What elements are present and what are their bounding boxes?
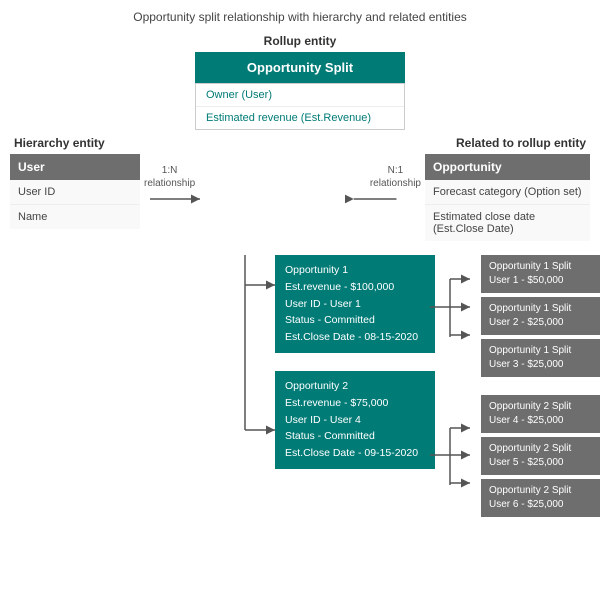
hierarchy-field-0: User ID [10,180,140,205]
rel-left-type: 1:N [162,165,178,176]
rollup-field-0: Owner (User) [196,84,404,107]
related-entity: Opportunity Forecast category (Option se… [425,154,590,241]
page-title: Opportunity split relationship with hier… [10,10,590,24]
split-box-1-1: Opportunity 1 SplitUser 1 - $50,000 [481,255,600,293]
rollup-fields: Owner (User) Estimated revenue (Est.Reve… [195,83,405,130]
left-spacer [10,255,275,517]
mid-section: User User ID Name 1:N relationship N:1 r… [10,154,590,241]
rollup-header: Opportunity Split [195,52,405,83]
split-box-2-3: Opportunity 2 SplitUser 6 - $25,000 [481,479,600,517]
splits-group-1: Opportunity 1 SplitUser 1 - $50,000 Oppo… [481,255,600,377]
rel-left-label: 1:N relationship [144,164,195,190]
related-header: Opportunity [425,154,590,180]
rel-right-text: relationship [370,178,421,189]
rel-left-text: relationship [144,178,195,189]
hierarchy-field-1: Name [10,205,140,229]
splits-col: Opportunity 1 SplitUser 1 - $50,000 Oppo… [481,255,600,517]
related-label: Related to rollup entity [456,136,586,150]
split-box-1-2: Opportunity 1 SplitUser 2 - $25,000 [481,297,600,335]
rollup-field-1: Estimated revenue (Est.Revenue) [196,107,404,129]
related-field-1: Estimated close date (Est.Close Date) [425,205,590,241]
split-box-2-1: Opportunity 2 SplitUser 4 - $25,000 [481,395,600,433]
hierarchy-header: User [10,154,140,180]
splits-group-2: Opportunity 2 SplitUser 4 - $25,000 Oppo… [481,395,600,517]
top-section: Rollup entity Opportunity Split Owner (U… [10,34,590,130]
rel-right-type: N:1 [388,165,404,176]
section-labels-row: Hierarchy entity Related to rollup entit… [10,136,590,150]
rollup-section-label: Rollup entity [264,34,337,48]
opp-splits-row: Opportunity 1 Est.revenue - $100,000 Use… [10,255,590,517]
opp-box-1: Opportunity 1 Est.revenue - $100,000 Use… [275,255,435,353]
arrows-container: 1:N relationship N:1 relationship [140,154,425,234]
split-box-1-3: Opportunity 1 SplitUser 3 - $25,000 [481,339,600,377]
rel-right-label: N:1 relationship [370,164,421,190]
bottom-section: Opportunity 1 Est.revenue - $100,000 Use… [10,255,590,517]
related-field-0: Forecast category (Option set) [425,180,590,205]
hierarchy-label: Hierarchy entity [14,136,105,150]
opportunities-col: Opportunity 1 Est.revenue - $100,000 Use… [275,255,435,517]
split-box-2-2: Opportunity 2 SplitUser 5 - $25,000 [481,437,600,475]
opp-box-2: Opportunity 2 Est.revenue - $75,000 User… [275,371,435,469]
diagram-wrapper: Opportunity split relationship with hier… [0,0,600,527]
hierarchy-entity: User User ID Name [10,154,140,229]
